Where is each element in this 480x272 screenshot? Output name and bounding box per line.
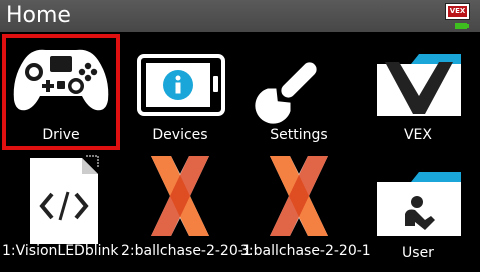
tile-vex-folder[interactable]: VEX [359, 34, 477, 152]
wrench-icon [255, 62, 317, 124]
tile-label: 3:ballchase-2-20-1 [240, 243, 371, 259]
tile-program-3[interactable]: 3:ballchase-2-20-1 [240, 152, 371, 270]
tile-label: Settings [270, 127, 328, 143]
vex-badge-label: VEX [448, 6, 467, 17]
tile-devices[interactable]: Devices [121, 34, 239, 152]
tile-label: Devices [152, 127, 208, 143]
vex-x-logo-icon [270, 156, 328, 236]
tile-label: User [402, 245, 434, 261]
page-title: Home [6, 3, 71, 28]
tile-label: 1:VisionLEDblink [2, 243, 119, 259]
user-folder-icon [377, 172, 461, 236]
gamepad-icon [13, 49, 109, 111]
tile-program-1[interactable]: 1:VisionLEDblink [2, 152, 120, 270]
tile-label: Drive [42, 127, 80, 143]
devices-info-icon [137, 54, 225, 116]
brain-status-icon: VEX [445, 3, 470, 20]
tile-program-2[interactable]: 2:ballchase-2-20-1 [121, 152, 252, 270]
tile-user-folder[interactable]: User [359, 152, 477, 270]
code-file-icon [30, 155, 99, 244]
title-bar: Home VEX [0, 0, 480, 32]
battery-icon [455, 23, 467, 29]
tile-label: 2:ballchase-2-20-1 [121, 243, 252, 259]
tile-settings[interactable]: Settings [240, 34, 358, 152]
battery-cap [467, 24, 469, 28]
tile-label: VEX [403, 127, 432, 143]
vex-folder-icon [377, 54, 461, 116]
tile-drive[interactable]: Drive [2, 34, 120, 152]
vex-x-logo-icon [151, 156, 209, 236]
